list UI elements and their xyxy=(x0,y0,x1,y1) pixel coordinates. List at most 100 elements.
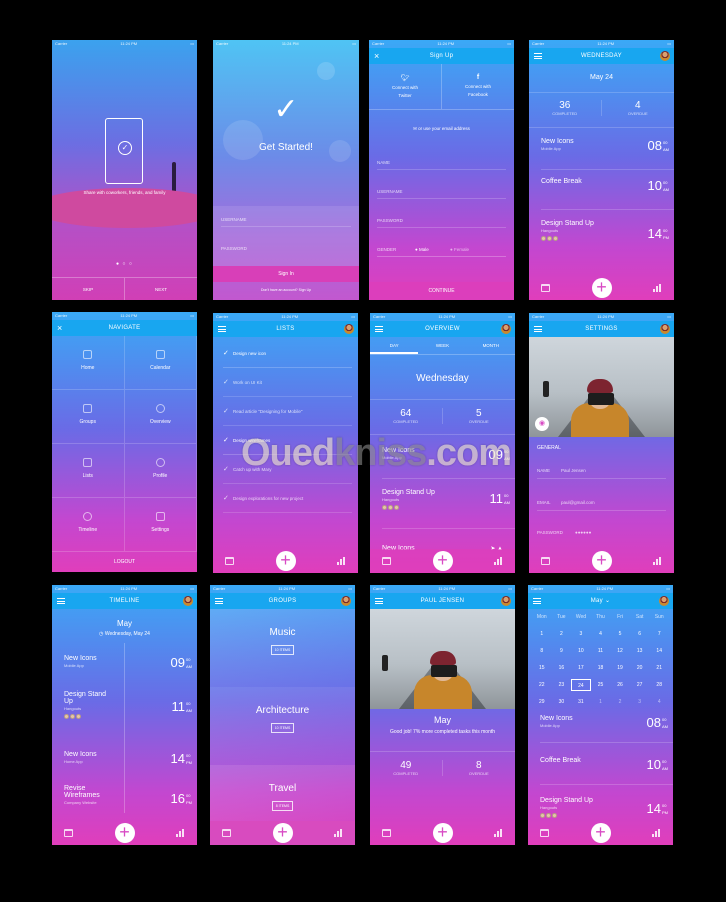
camera-button[interactable]: ◉ xyxy=(535,417,549,431)
email-setting[interactable]: EMAIL paul@gmail.com xyxy=(537,495,666,511)
calendar-day[interactable]: 4 xyxy=(591,628,611,640)
calendar-day[interactable]: 14 xyxy=(649,645,669,657)
calendar-day[interactable]: 6 xyxy=(630,628,650,640)
username-field[interactable]: USERNAME xyxy=(221,213,351,227)
calendar-day[interactable]: 21 xyxy=(649,662,669,674)
calendar-day[interactable]: 17 xyxy=(571,662,591,674)
nav-profile[interactable]: Profile xyxy=(124,444,197,498)
menu-icon[interactable] xyxy=(534,326,542,332)
menu-icon[interactable] xyxy=(534,53,542,59)
close-icon[interactable]: × xyxy=(57,320,63,336)
tab-day[interactable]: DAY xyxy=(370,337,419,354)
calendar-day[interactable]: 8 xyxy=(532,645,552,657)
tab-week[interactable]: WEEK xyxy=(418,337,466,354)
add-button[interactable]: + xyxy=(432,823,453,843)
menu-icon[interactable] xyxy=(218,326,226,332)
avatar[interactable] xyxy=(660,324,670,334)
task-item[interactable]: Design Stand Up Hangouts 11 00 AM xyxy=(382,489,515,529)
calendar-day[interactable]: 16 xyxy=(552,662,572,674)
list-item[interactable]: ✓ Design explorations for new project xyxy=(223,484,352,513)
avatar[interactable] xyxy=(341,596,351,606)
menu-icon[interactable] xyxy=(375,326,383,332)
calendar-day[interactable]: 13 xyxy=(630,645,650,657)
nav-timeline[interactable]: Timeline xyxy=(52,498,125,552)
nav-calendar[interactable]: Calendar xyxy=(124,336,197,390)
nav-overview[interactable]: Overview xyxy=(124,390,197,444)
chart-icon[interactable] xyxy=(652,829,661,837)
avatar[interactable] xyxy=(501,596,511,606)
task-item[interactable]: Design Stand Up Hangouts 11 00 AM xyxy=(64,691,197,735)
nav-lists[interactable]: Lists xyxy=(52,444,125,498)
menu-icon[interactable] xyxy=(215,598,223,604)
tab-month[interactable]: MONTH xyxy=(467,337,515,354)
calendar-day[interactable]: 22 xyxy=(532,679,552,691)
task-item[interactable]: Coffee Break 10 00 AM xyxy=(540,757,673,785)
nav-settings[interactable]: Settings xyxy=(124,498,197,552)
avatar[interactable] xyxy=(659,596,669,606)
calendar-icon[interactable] xyxy=(541,284,550,292)
password-field[interactable]: PASSWORD xyxy=(377,214,506,228)
calendar-day[interactable]: 2 xyxy=(552,628,572,640)
calendar-day[interactable]: 3 xyxy=(630,696,650,708)
add-button[interactable]: + xyxy=(114,823,135,843)
nav-home[interactable]: Home xyxy=(52,336,125,390)
group-tile-architecture[interactable]: Architecture 10 ITEMS xyxy=(210,687,355,765)
menu-icon[interactable] xyxy=(375,598,383,604)
chart-icon[interactable] xyxy=(334,829,343,837)
avatar[interactable] xyxy=(344,324,354,334)
list-item[interactable]: ✓ Read article "Designing for Mobile" xyxy=(223,397,352,426)
menu-icon[interactable] xyxy=(533,598,541,604)
twitter-connect-button[interactable]: 🐦︎ Connect with Twitter xyxy=(369,64,442,109)
name-field[interactable]: NAME xyxy=(377,156,506,170)
calendar-day[interactable]: 3 xyxy=(571,628,591,640)
task-item[interactable]: Revise Wireframes Company Website 16 00 PM xyxy=(64,785,197,817)
facebook-connect-button[interactable]: f Connect with Facebook xyxy=(442,64,514,109)
task-item[interactable]: New Icons Home App 14 00 PM xyxy=(64,751,197,779)
calendar-day[interactable]: 23 xyxy=(552,679,572,691)
add-button[interactable]: + xyxy=(591,278,612,298)
task-item[interactable]: New Icons Mobile App 08 00 AM xyxy=(540,715,673,743)
add-button[interactable]: + xyxy=(275,551,296,571)
add-button[interactable]: + xyxy=(432,551,453,571)
calendar-day[interactable]: 24 xyxy=(571,679,591,691)
chart-icon[interactable] xyxy=(653,284,662,292)
calendar-day[interactable]: 9 xyxy=(552,645,572,657)
calendar-day[interactable]: 26 xyxy=(610,679,630,691)
calendar-icon[interactable] xyxy=(222,829,231,837)
chart-icon[interactable] xyxy=(653,557,662,565)
nav-groups[interactable]: Groups xyxy=(52,390,125,444)
task-item[interactable]: Design Stand Up Hangouts 14 00 PM xyxy=(540,797,673,821)
chart-icon[interactable] xyxy=(176,829,185,837)
avatar[interactable] xyxy=(183,596,193,606)
calendar-day[interactable]: 31 xyxy=(571,696,591,708)
calendar-icon[interactable] xyxy=(541,557,550,565)
calendar-day[interactable]: 5 xyxy=(610,628,630,640)
calendar-day[interactable]: 19 xyxy=(610,662,630,674)
password-field[interactable]: PASSWORD xyxy=(221,242,351,256)
page-dots[interactable]: ● ○ ○ xyxy=(116,261,133,267)
avatar[interactable] xyxy=(660,51,670,61)
calendar-day[interactable]: 4 xyxy=(649,696,669,708)
calendar-icon[interactable] xyxy=(64,829,73,837)
calendar-day[interactable]: 1 xyxy=(591,696,611,708)
calendar-day[interactable]: 11 xyxy=(591,645,611,657)
calendar-icon[interactable] xyxy=(540,829,549,837)
chart-icon[interactable] xyxy=(494,829,503,837)
calendar-day[interactable]: 27 xyxy=(630,679,650,691)
avatar[interactable] xyxy=(501,324,511,334)
calendar-day[interactable]: 7 xyxy=(649,628,669,640)
skip-button[interactable]: SKIP xyxy=(52,278,125,300)
calendar-day[interactable]: 25 xyxy=(591,679,611,691)
calendar-day[interactable]: 20 xyxy=(630,662,650,674)
list-item[interactable]: ✓ Design new icon xyxy=(223,339,352,368)
password-setting[interactable]: PASSWORD ●●●●●● xyxy=(537,525,666,541)
calendar-icon[interactable] xyxy=(382,829,391,837)
logout-button[interactable]: LOGOUT xyxy=(52,552,197,572)
calendar-day[interactable]: 30 xyxy=(552,696,572,708)
signup-prompt[interactable]: Don't have an account? Sign Up xyxy=(213,288,359,292)
name-setting[interactable]: NAME Paul Jensen xyxy=(537,463,666,479)
male-radio[interactable]: ● Male xyxy=(415,243,429,257)
task-item[interactable]: New Icons Mobile App 09 00 AM xyxy=(64,655,197,685)
task-item[interactable]: New Icons Mobile App 08 00 AM xyxy=(541,138,674,170)
next-button[interactable]: NEXT xyxy=(125,278,197,300)
